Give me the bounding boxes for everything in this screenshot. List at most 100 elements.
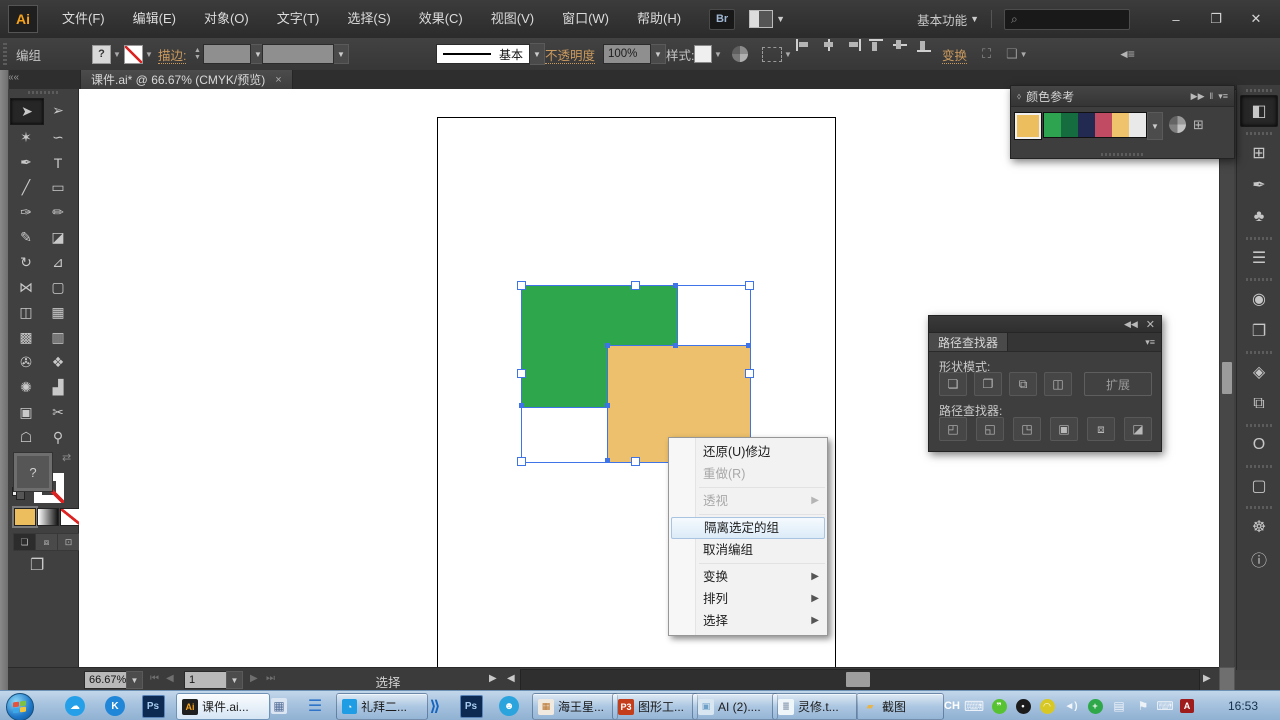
taskbar-task-notepad[interactable]: ≣ 灵修.t... [772,693,858,720]
align-to-selection-icon[interactable] [762,46,782,62]
harmony-rules-dropdown[interactable]: ▼ [1147,112,1163,140]
harmony-swatch[interactable] [1129,113,1146,137]
wechat-icon[interactable]: ❞ [990,694,1008,718]
perspective-grid-tool[interactable]: ▦ [42,300,74,325]
vertical-scrollbar[interactable] [1219,89,1234,667]
taskbar-task-weather[interactable]: ◔ 礼拜二... [336,693,428,720]
workspace-switcher[interactable]: 基本功能 [917,10,967,29]
anchor-point[interactable] [519,403,524,408]
harmony-swatch[interactable] [1078,113,1095,137]
next-artboard-icon[interactable]: ▶ [250,673,258,684]
artboard-dropdown-icon[interactable]: ▼ [226,671,243,689]
info-panel-icon[interactable]: ⓘ [1241,544,1277,574]
language-indicator[interactable]: CH [942,694,962,718]
color-panel-icon[interactable]: ◧ [1240,95,1278,127]
zoom-tool[interactable]: ⚲ [42,425,74,450]
pen-tool[interactable]: ✒ [10,150,42,175]
remote-input-icon[interactable]: ⌨ [1156,694,1174,718]
eraser-tool[interactable]: ◪ [42,225,74,250]
calculator-icon[interactable]: ▦ [266,694,292,718]
network-icon[interactable]: ▤ [1110,694,1128,718]
anchor-point[interactable] [605,458,610,463]
dock-grip[interactable] [1246,89,1272,92]
selection-handle[interactable] [631,281,640,290]
align-vertical-bottom-icon[interactable] [916,38,933,70]
divide-button[interactable]: ◰ [939,417,967,441]
trim-button[interactable]: ◱ [976,417,1004,441]
action-center-flag-icon[interactable]: ⚑ [1134,694,1152,718]
search-input[interactable]: ⌕ [1004,8,1130,30]
selection-handle[interactable] [517,369,526,378]
isolate-selected-object-icon[interactable]: ⛶ [982,38,991,70]
intersect-button[interactable]: ⧉ [1009,372,1037,396]
scrollbar-thumb[interactable] [1222,362,1232,394]
menu-item-ungroup[interactable]: 取消编组 [669,539,827,561]
dock-grip[interactable] [1246,424,1272,427]
artboards-panel-icon[interactable]: ▢ [1241,471,1277,501]
antivirus-shield-icon[interactable]: + [1086,694,1104,718]
stroke-panel-icon[interactable]: ☰ [1241,243,1277,273]
panel-grip[interactable] [28,91,58,94]
minus-back-button[interactable]: ◪ [1124,417,1152,441]
swap-fill-stroke-icon[interactable]: ⇄ [62,451,71,464]
chevron-down-icon[interactable]: ▼ [530,43,546,65]
status-menu-arrow-icon[interactable]: ▶ [489,673,497,684]
menu-item[interactable]: 选择(S) [333,0,404,38]
member-app-icon[interactable]: ☻ [496,694,522,718]
menu-item-arrange[interactable]: 排列 ▶ [669,588,827,610]
volume-icon[interactable]: ◄) [1062,694,1080,718]
menu-item[interactable]: 帮助(H) [623,0,695,38]
start-button[interactable] [6,693,34,720]
save-color-group-icon[interactable]: ⊞ [1193,117,1204,133]
menu-item[interactable]: 文字(T) [263,0,334,38]
align-vertical-top-icon[interactable] [868,38,885,70]
draw-normal-mode-button[interactable]: ❏ [13,533,36,551]
selection-handle[interactable] [631,457,640,466]
outline-button[interactable]: ⧈ [1087,417,1115,441]
arrange-documents-icon[interactable] [749,10,774,28]
control-panel-menu-icon[interactable]: ◄≡ [1118,38,1135,70]
pencil-tool[interactable]: ✏ [42,200,74,225]
opacity-label[interactable]: 不透明度 [545,46,596,64]
dock-grip[interactable] [1246,278,1272,281]
collapse-panel-icon[interactable]: ◀◀ [1124,319,1138,330]
align-vertical-center-icon[interactable] [892,38,909,70]
brushes-panel-icon[interactable]: ✒ [1241,170,1277,200]
chevron-down-icon[interactable]: ▼ [714,50,722,59]
scroll-right-icon[interactable]: ▶ [1203,673,1211,684]
navigator-panel-icon[interactable]: ☸ [1241,512,1277,542]
hand-tool[interactable]: ☖ [10,425,42,450]
chevron-down-icon[interactable]: ▼ [113,50,121,59]
magic-wand-tool[interactable]: ✶ [10,125,42,150]
blend-tool[interactable]: ❖ [42,350,74,375]
playlist-app-icon[interactable]: ☰ [302,694,328,718]
pathfinder-tab[interactable]: 路径查找器 [929,333,1009,351]
panel-resize-grip[interactable] [1101,153,1145,156]
menu-item-undo[interactable]: 还原(U)修边 [669,441,827,463]
variable-width-dropdown[interactable] [262,44,334,64]
horizontal-scrollbar[interactable] [520,669,1200,692]
menu-item[interactable]: 文件(F) [48,0,119,38]
draw-behind-mode-button[interactable]: ⧈ [35,533,58,551]
photoshop-app-icon[interactable]: Ps [458,694,484,718]
draw-inside-mode-button[interactable]: ⊡ [57,533,80,551]
close-button[interactable]: ✕ [1236,5,1276,33]
expand-button[interactable]: 扩展 [1084,372,1152,396]
taskbar-task-folder[interactable]: ▰ 截图 [856,693,944,720]
panel-menu-icon[interactable]: ▾≡ [1218,91,1228,102]
mesh-tool[interactable]: ▩ [10,325,42,350]
qq-icon[interactable]: • [1014,694,1032,718]
close-panel-icon[interactable]: ✕ [1146,318,1155,331]
last-artboard-icon[interactable]: ⏭ [266,673,275,684]
base-color-swatch[interactable] [1014,112,1042,140]
chevron-down-icon[interactable]: ▼ [784,50,792,59]
symbols-panel-icon[interactable]: ♣ [1241,202,1277,232]
lasso-tool[interactable]: ∽ [42,125,74,150]
pathfinder-panel-icon[interactable]: ⧉ [1241,389,1277,419]
transform-label[interactable]: 变换 [942,46,968,64]
selection-handle[interactable] [517,281,526,290]
gradient-tool[interactable]: ▥ [42,325,74,350]
menu-item[interactable]: 视图(V) [477,0,548,38]
merge-button[interactable]: ◳ [1013,417,1041,441]
column-graph-tool[interactable]: ▟ [42,375,74,400]
